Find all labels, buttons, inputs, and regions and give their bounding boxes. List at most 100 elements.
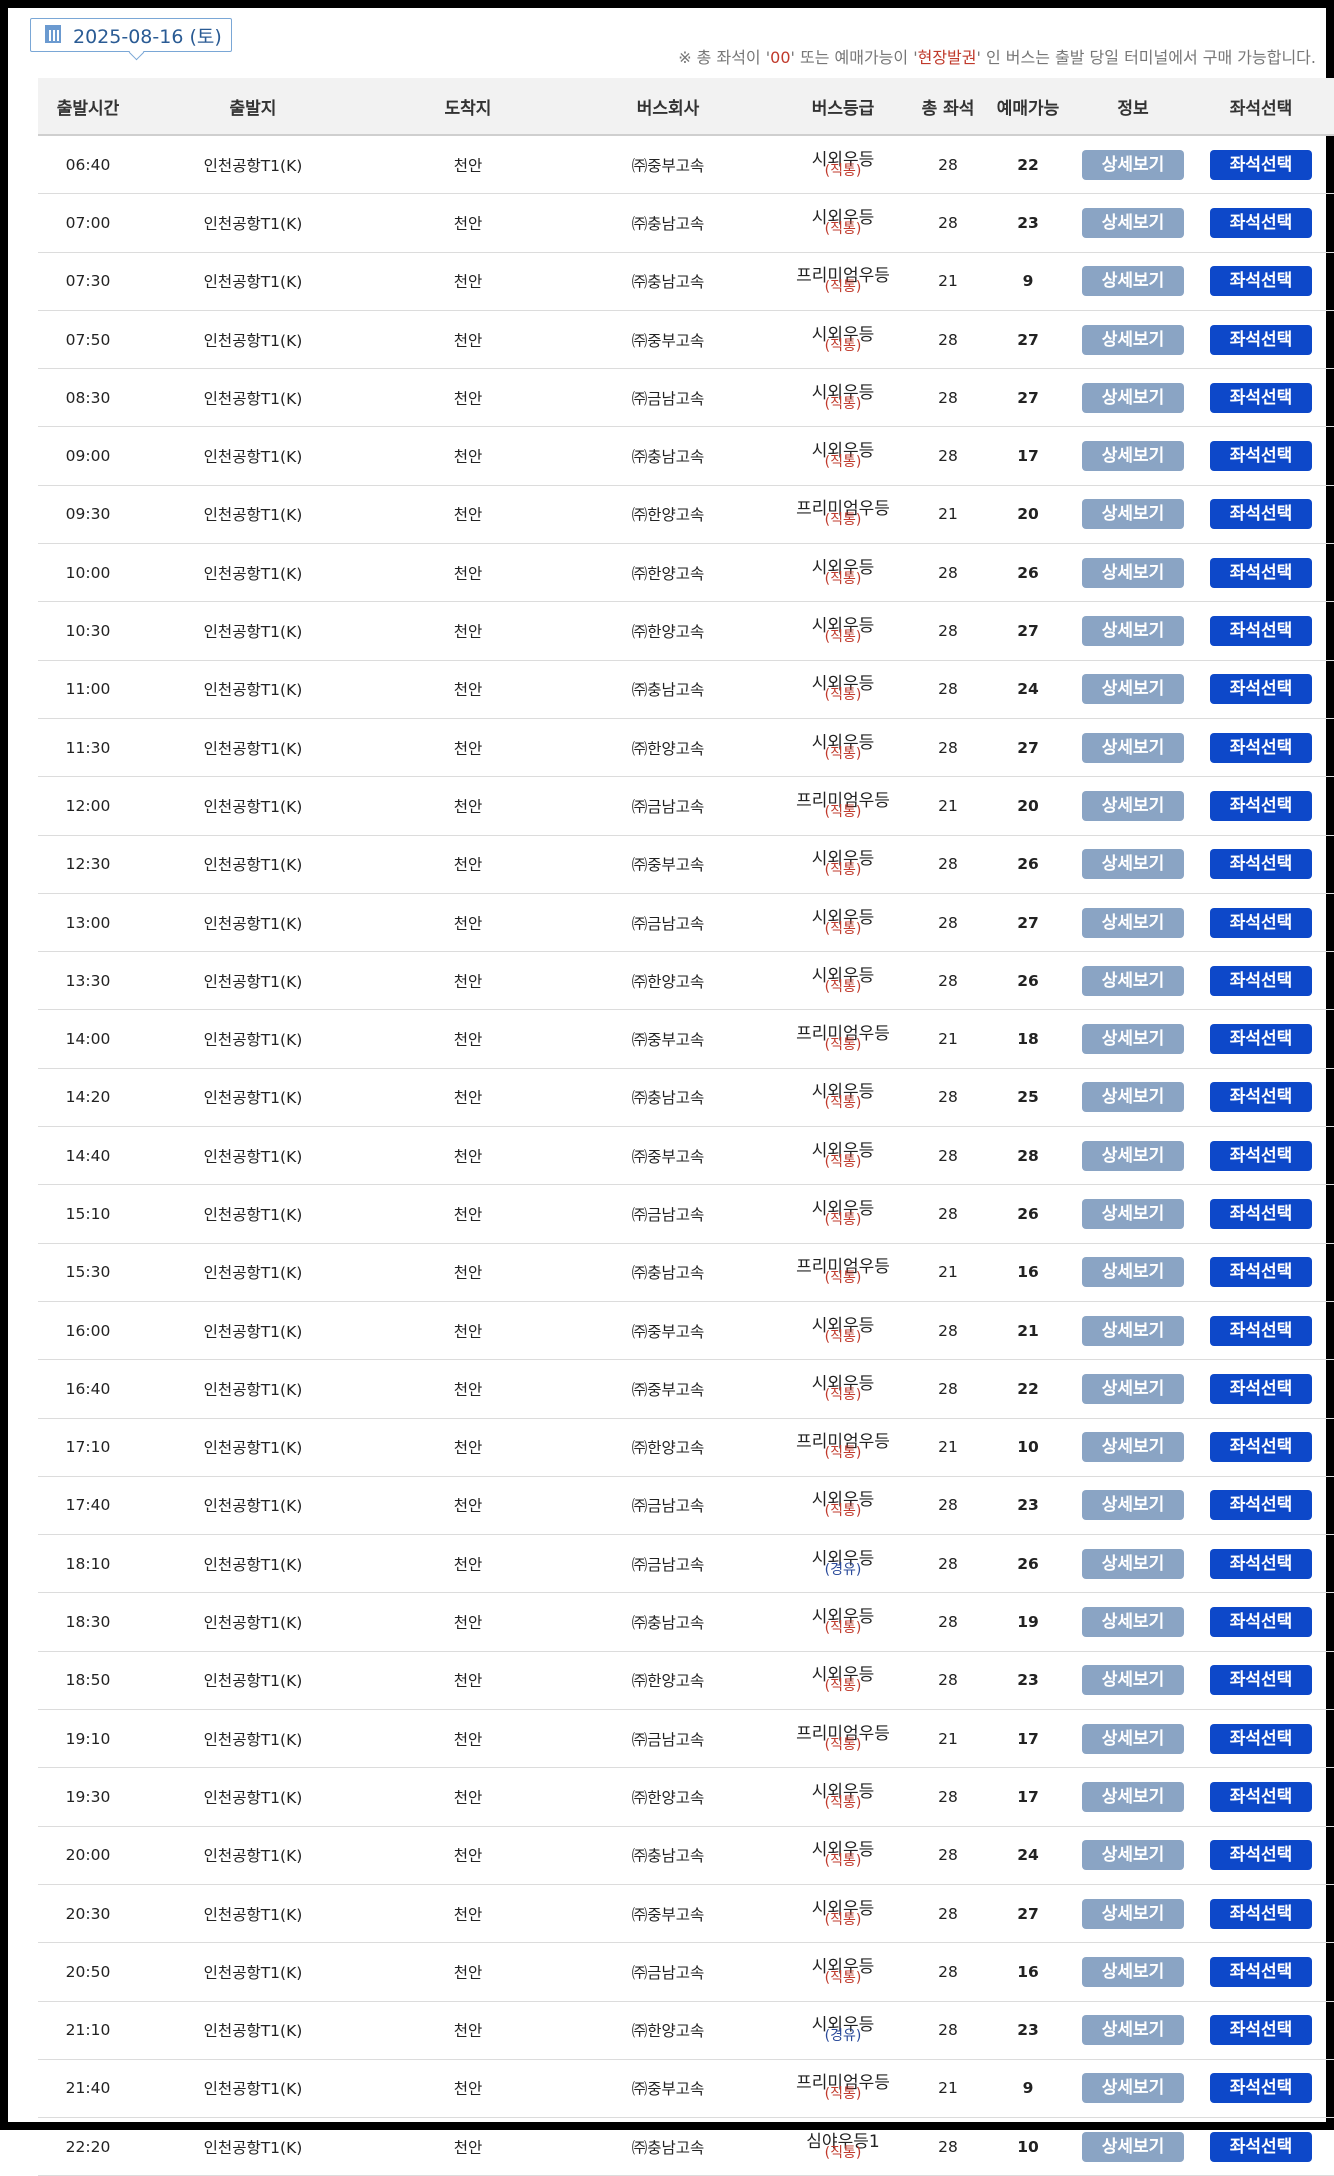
info-cell: 상세보기 (1078, 2015, 1188, 2046)
detail-button[interactable]: 상세보기 (1082, 616, 1184, 647)
select-seat-button[interactable]: 좌석선택 (1210, 324, 1312, 355)
detail-button[interactable]: 상세보기 (1082, 732, 1184, 763)
select-seat-button[interactable]: 좌석선택 (1210, 266, 1312, 297)
detail-button[interactable]: 상세보기 (1082, 1432, 1184, 1463)
detail-button[interactable]: 상세보기 (1082, 1548, 1184, 1579)
select-seat-button[interactable]: 좌석선택 (1210, 2015, 1312, 2046)
select-seat-button[interactable]: 좌석선택 (1210, 2131, 1312, 2162)
select-seat-button[interactable]: 좌석선택 (1210, 1140, 1312, 1171)
detail-button[interactable]: 상세보기 (1082, 1840, 1184, 1871)
select-seat-button[interactable]: 좌석선택 (1210, 1432, 1312, 1463)
select-seat-button[interactable]: 좌석선택 (1210, 1723, 1312, 1754)
detail-button[interactable]: 상세보기 (1082, 1490, 1184, 1521)
detail-button[interactable]: 상세보기 (1082, 1723, 1184, 1754)
detail-button[interactable]: 상세보기 (1082, 382, 1184, 413)
detail-button[interactable]: 상세보기 (1082, 557, 1184, 588)
select-seat-button[interactable]: 좌석선택 (1210, 441, 1312, 472)
detail-button[interactable]: 상세보기 (1082, 1665, 1184, 1696)
detail-button[interactable]: 상세보기 (1082, 674, 1184, 705)
select-seat-button[interactable]: 좌석선택 (1210, 790, 1312, 821)
table-row: 20:00 인천공항T1(K) 천안 ㈜충남고속 시외우등 (직통) 28 24 상세보기 좌석선… (38, 1827, 1334, 1885)
info-cell: 상세보기 (1078, 441, 1188, 472)
select-seat-button[interactable]: 좌석선택 (1210, 149, 1312, 180)
select-seat-button[interactable]: 좌석선택 (1210, 1548, 1312, 1579)
destination: 천안 (453, 273, 483, 292)
select-seat-button[interactable]: 좌석선택 (1210, 1198, 1312, 1229)
select-seat-button[interactable]: 좌석선택 (1210, 732, 1312, 763)
total-seats: 21 (938, 1263, 958, 1282)
detail-button[interactable]: 상세보기 (1082, 907, 1184, 938)
departure-time: 11:00 (65, 680, 111, 699)
detail-button[interactable]: 상세보기 (1082, 1373, 1184, 1404)
bus-route-type: (직통) (824, 162, 862, 179)
date-selector[interactable]: 2025-08-16 (토) (30, 18, 232, 52)
seat-cell: 좌석선택 (1188, 616, 1334, 647)
col-seat-select: 좌석선택 (1229, 98, 1293, 119)
detail-button[interactable]: 상세보기 (1082, 1198, 1184, 1229)
select-seat-button[interactable]: 좌석선택 (1210, 1490, 1312, 1521)
select-seat-button[interactable]: 좌석선택 (1210, 1898, 1312, 1929)
detail-button[interactable]: 상세보기 (1082, 499, 1184, 530)
select-seat-button[interactable]: 좌석선택 (1210, 907, 1312, 938)
departure-time: 09:30 (65, 505, 111, 524)
available-seats: 23 (1017, 1496, 1039, 1515)
destination: 천안 (453, 623, 483, 642)
departure-time: 07:30 (65, 272, 111, 291)
total-seats: 28 (938, 1671, 958, 1690)
select-seat-button[interactable]: 좌석선택 (1210, 557, 1312, 588)
detail-button[interactable]: 상세보기 (1082, 149, 1184, 180)
detail-button[interactable]: 상세보기 (1082, 849, 1184, 880)
detail-button[interactable]: 상세보기 (1082, 1140, 1184, 1171)
detail-button[interactable]: 상세보기 (1082, 790, 1184, 821)
detail-button[interactable]: 상세보기 (1082, 1315, 1184, 1346)
detail-button[interactable]: 상세보기 (1082, 1257, 1184, 1288)
detail-button[interactable]: 상세보기 (1082, 2015, 1184, 2046)
select-seat-button[interactable]: 좌석선택 (1210, 1956, 1312, 1987)
departure-time: 20:50 (65, 1962, 111, 1981)
select-seat-button[interactable]: 좌석선택 (1210, 1257, 1312, 1288)
detail-button[interactable]: 상세보기 (1082, 1781, 1184, 1812)
bus-company: ㈜중부고속 (631, 2080, 705, 2099)
bus-grade: 시외우등 (직통) (768, 1084, 918, 1111)
select-seat-button[interactable]: 좌석선택 (1210, 207, 1312, 238)
select-seat-button[interactable]: 좌석선택 (1210, 965, 1312, 996)
select-seat-button[interactable]: 좌석선택 (1210, 1781, 1312, 1812)
detail-button[interactable]: 상세보기 (1082, 266, 1184, 297)
detail-button[interactable]: 상세보기 (1082, 441, 1184, 472)
select-seat-button[interactable]: 좌석선택 (1210, 1373, 1312, 1404)
detail-button[interactable]: 상세보기 (1082, 1898, 1184, 1929)
select-seat-button[interactable]: 좌석선택 (1210, 1840, 1312, 1871)
select-seat-button[interactable]: 좌석선택 (1210, 499, 1312, 530)
detail-button[interactable]: 상세보기 (1082, 1082, 1184, 1113)
departure-time: 19:10 (65, 1729, 111, 1748)
total-seats: 28 (938, 1088, 958, 1107)
detail-button[interactable]: 상세보기 (1082, 207, 1184, 238)
select-seat-button[interactable]: 좌석선택 (1210, 674, 1312, 705)
detail-button[interactable]: 상세보기 (1082, 2073, 1184, 2104)
col-departure-time: 출발시간 (56, 98, 120, 119)
bus-grade: 프리미엄우등 (직통) (768, 1725, 918, 1752)
detail-button[interactable]: 상세보기 (1082, 1024, 1184, 1055)
detail-button[interactable]: 상세보기 (1082, 2131, 1184, 2162)
select-seat-button[interactable]: 좌석선택 (1210, 1315, 1312, 1346)
select-seat-button[interactable]: 좌석선택 (1210, 2073, 1312, 2104)
select-seat-button[interactable]: 좌석선택 (1210, 1665, 1312, 1696)
available-seats: 21 (1017, 1321, 1039, 1340)
select-seat-button[interactable]: 좌석선택 (1210, 1082, 1312, 1113)
detail-button[interactable]: 상세보기 (1082, 324, 1184, 355)
departure-time: 06:40 (65, 155, 111, 174)
select-seat-button[interactable]: 좌석선택 (1210, 849, 1312, 880)
bus-company: ㈜금남고속 (631, 914, 705, 933)
detail-button[interactable]: 상세보기 (1082, 1956, 1184, 1987)
select-seat-button[interactable]: 좌석선택 (1210, 382, 1312, 413)
origin: 인천공항T1(K) (203, 739, 303, 758)
departure-time: 17:40 (65, 1496, 111, 1515)
select-seat-button[interactable]: 좌석선택 (1210, 616, 1312, 647)
table-row: 09:30 인천공항T1(K) 천안 ㈜한양고속 프리미엄우등 (직통) 21 20 상세보기 좌… (38, 486, 1334, 545)
select-seat-button[interactable]: 좌석선택 (1210, 1024, 1312, 1055)
detail-button[interactable]: 상세보기 (1082, 1607, 1184, 1638)
select-seat-button[interactable]: 좌석선택 (1210, 1607, 1312, 1638)
seat-cell: 좌석선택 (1188, 1956, 1334, 1987)
detail-button[interactable]: 상세보기 (1082, 965, 1184, 996)
info-cell: 상세보기 (1078, 1373, 1188, 1404)
